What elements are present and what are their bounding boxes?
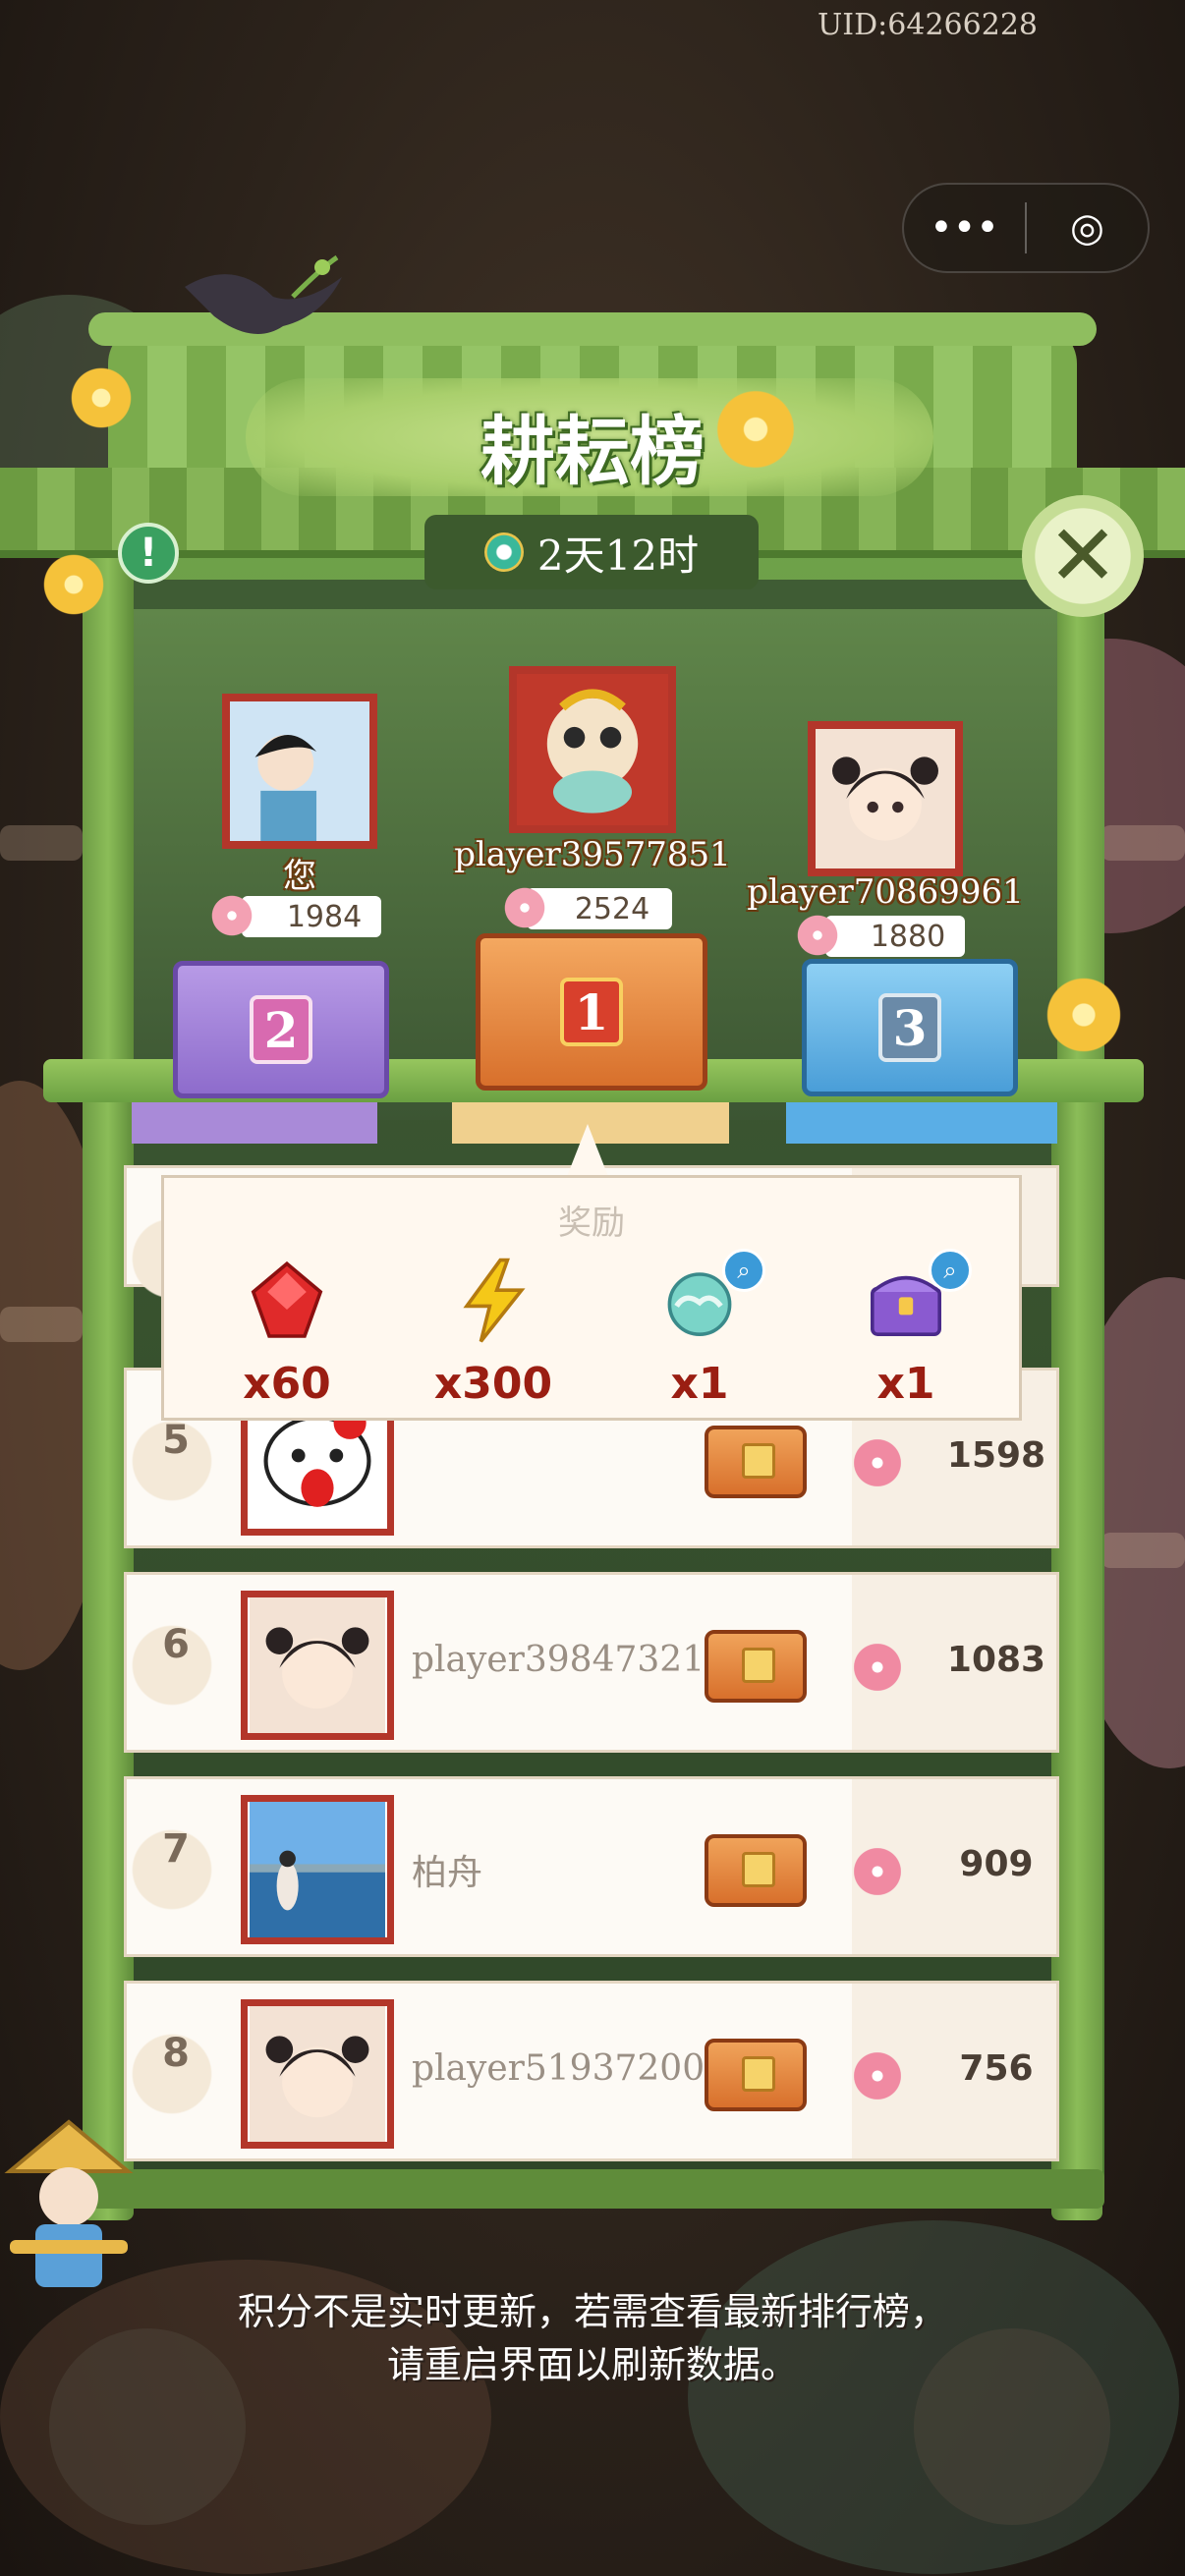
rank-row[interactable]: 6 player39847321 1083 (113, 1572, 1059, 1753)
player-score: 1598 (946, 1435, 1046, 1476)
player-avatar (241, 1591, 394, 1740)
reward-item-gem[interactable]: x60 (194, 1257, 380, 1409)
petal-score-icon (210, 894, 254, 937)
reward-qty: x300 (433, 1359, 553, 1409)
yellow-flower-icon (67, 364, 136, 432)
avatar-girl-icon (250, 1597, 385, 1733)
player-name: player39847321 (412, 1640, 705, 1680)
petal-score-icon (796, 914, 839, 957)
reward-item-energy[interactable]: x300 (400, 1257, 587, 1409)
avatar-boy-icon (230, 701, 369, 841)
rank-row[interactable]: 7 柏舟 909 (113, 1776, 1059, 1957)
target-icon[interactable]: ◎ (1027, 185, 1148, 271)
player-score: 756 (959, 2048, 1034, 2089)
reward-chest-icon[interactable] (705, 1834, 807, 1907)
podium-score-1: 2524 (527, 888, 672, 929)
podium-chest-3[interactable]: 3 (802, 959, 1018, 1096)
petal-score-icon (852, 1437, 903, 1488)
swallow-bird-icon (185, 254, 342, 334)
podium-chest-1[interactable]: 1 (476, 933, 707, 1091)
player-score: 909 (959, 1844, 1034, 1884)
bottom-teapot-button[interactable] (914, 2328, 1110, 2525)
countdown-timer: 2天12时 (424, 515, 759, 589)
timer-icon (483, 532, 524, 572)
rank-number: 8 (162, 2031, 190, 2076)
reward-chest-icon[interactable] (705, 1630, 807, 1703)
player-name: 柏舟 (412, 1853, 483, 1893)
podium-name-2: 您 (283, 857, 316, 896)
ruby-gem-icon (251, 1260, 323, 1338)
scarecrow-doll-icon (4, 2119, 134, 2287)
rank-badge-3: 3 (878, 993, 941, 1062)
reward-qty: x60 (243, 1359, 331, 1409)
podium-avatar-1[interactable] (509, 666, 676, 833)
podium-name-3: player70869961 (747, 872, 1024, 912)
player-score: 1083 (946, 1640, 1046, 1680)
magnify-icon[interactable]: ⌕ (929, 1249, 972, 1292)
reward-chest-icon[interactable] (705, 2039, 807, 2111)
footnote-line-1: 积分不是实时更新，若需查看最新排行榜， (237, 2290, 947, 2333)
reward-item-chest[interactable]: ⌕ x1 (813, 1249, 999, 1409)
rank-number: 6 (162, 1622, 190, 1667)
rank-badge-2: 2 (250, 995, 312, 1064)
info-icon[interactable]: ! (118, 523, 179, 584)
rank-badge-1: 1 (560, 978, 623, 1046)
petal-score-icon (852, 1846, 903, 1897)
close-icon: ✕ (1046, 507, 1119, 605)
reward-item-orb[interactable]: ⌕ x1 (606, 1249, 793, 1409)
reward-popup: 奖励 x60 x300 ⌕ x1 ⌕ x1 (161, 1175, 1022, 1421)
avatar-girl-icon (250, 2006, 385, 2142)
yellow-flower-icon (39, 550, 108, 619)
player-avatar (241, 1999, 394, 2149)
board-title: 耕耘榜 (480, 408, 705, 495)
reward-popup-pointer (566, 1124, 609, 1179)
rank-row[interactable]: 8 player51937200 756 (113, 1981, 1059, 2161)
avatar-lion-dance-icon (517, 674, 668, 825)
podium-chest-2[interactable]: 2 (173, 961, 389, 1098)
yellow-flower-icon (711, 385, 800, 474)
timer-text: 2天12时 (536, 531, 700, 580)
rank-number: 7 (162, 1826, 190, 1872)
lightning-energy-icon (463, 1258, 526, 1343)
yellow-flower-icon (1042, 973, 1126, 1057)
reward-qty: x1 (670, 1359, 729, 1409)
rank-number: 5 (162, 1418, 190, 1463)
reward-title: 奖励 (558, 1204, 625, 1243)
close-button[interactable]: ✕ (1022, 495, 1144, 617)
mini-program-capsule: ••• ◎ (902, 183, 1150, 273)
more-dots-icon[interactable]: ••• (904, 185, 1025, 271)
reward-chest-icon[interactable] (705, 1426, 807, 1498)
player-name: player51937200 (412, 2048, 705, 2089)
podium-score-3: 1880 (825, 916, 965, 957)
magnify-icon[interactable]: ⌕ (722, 1249, 765, 1292)
petal-score-icon (503, 886, 546, 929)
avatar-lake-photo-icon (250, 1802, 385, 1937)
podium-score-2: 1984 (242, 896, 381, 937)
player-avatar (241, 1795, 394, 1944)
board-bottom-beam (83, 2169, 1104, 2209)
podium-avatar-3[interactable] (808, 721, 963, 876)
user-id-label: UID:64266228 (818, 8, 1038, 42)
avatar-girl-icon (816, 729, 955, 868)
petal-score-icon (852, 1642, 903, 1693)
reward-qty: x1 (876, 1359, 935, 1409)
bottom-book-button[interactable] (49, 2328, 246, 2525)
podium-name-1: player39577851 (454, 835, 731, 874)
petal-score-icon (852, 2050, 903, 2101)
podium-avatar-2[interactable] (222, 694, 377, 849)
